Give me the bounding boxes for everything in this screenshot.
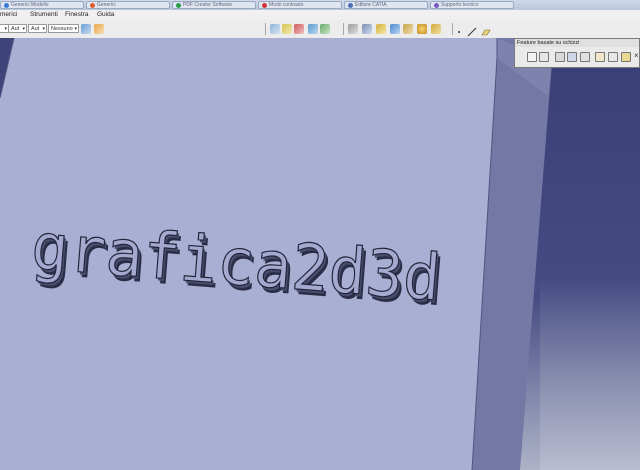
3d-viewport[interactable]: grafica2d3d grafica2d3d grafica2d3d bbox=[0, 38, 640, 470]
taskbar-tab-label: Generici Modello bbox=[11, 2, 49, 8]
taskbar-tab[interactable]: Editore CATIA bbox=[344, 1, 428, 9]
view-icon[interactable] bbox=[308, 24, 318, 34]
chevron-down-icon: ▾ bbox=[22, 26, 25, 32]
layer-value: Nessuno bbox=[51, 26, 73, 32]
line-weight-value: Aut bbox=[11, 26, 20, 32]
viewport-canvas: grafica2d3d grafica2d3d grafica2d3d bbox=[0, 38, 640, 470]
pad-icon[interactable] bbox=[527, 52, 537, 62]
taskbar-tab[interactable]: PDF Creator Software bbox=[172, 1, 256, 9]
viewport-background-right bbox=[540, 38, 640, 470]
taskbar-tab[interactable]: Generici Modello bbox=[0, 1, 84, 9]
menu-bar: merici Strumenti Finestra Guida bbox=[0, 10, 640, 20]
slot-icon[interactable] bbox=[608, 52, 618, 62]
material-icon[interactable] bbox=[376, 24, 386, 34]
menu-strumenti[interactable]: Strumenti bbox=[30, 11, 58, 18]
properties-icon[interactable] bbox=[94, 24, 104, 34]
shading-icon[interactable] bbox=[348, 24, 358, 34]
plane-icon[interactable] bbox=[481, 24, 491, 36]
format-painter-icon[interactable] bbox=[81, 24, 91, 34]
app-icon bbox=[434, 3, 439, 8]
taskbar-tab-label: PDF Creator Software bbox=[183, 2, 233, 8]
wireframe-icon[interactable] bbox=[390, 24, 400, 34]
app-icon bbox=[176, 3, 181, 8]
shaft-icon[interactable] bbox=[555, 52, 565, 62]
toolbar-title[interactable]: Feature basate su schizzi bbox=[515, 39, 639, 47]
hole-icon[interactable] bbox=[580, 52, 590, 62]
toolbar-overflow-icon[interactable]: × bbox=[634, 51, 639, 60]
taskbar-tab[interactable]: Generici bbox=[86, 1, 170, 9]
line-type-value: Aut bbox=[31, 26, 40, 32]
taskbar-tab-label: Editore CATIA bbox=[355, 2, 387, 8]
toolbar-separator bbox=[452, 23, 453, 35]
app-icon bbox=[262, 3, 267, 8]
loft-icon[interactable] bbox=[621, 52, 631, 62]
environment-icon[interactable] bbox=[431, 24, 441, 34]
chevron-down-icon: ▾ bbox=[42, 26, 45, 32]
app-icon bbox=[90, 3, 95, 8]
render-icon[interactable] bbox=[403, 24, 413, 34]
sketch-features-toolbar[interactable]: Feature basate su schizzi × bbox=[514, 38, 640, 68]
layer-select[interactable]: Nessuno ▾ bbox=[48, 24, 79, 33]
toolbar: ▾ Aut ▾ Aut ▾ Nessuno ▾ bbox=[0, 20, 640, 39]
menu-guida[interactable]: Guida bbox=[97, 11, 114, 18]
chevron-down-icon: ▾ bbox=[4, 26, 7, 32]
line-icon[interactable] bbox=[467, 24, 477, 37]
app-icon bbox=[348, 3, 353, 8]
shading-edges-icon[interactable] bbox=[362, 24, 372, 34]
taskbar-tab[interactable]: Supporto tecnico bbox=[430, 1, 514, 9]
chevron-down-icon: ▾ bbox=[74, 26, 77, 32]
cube-yellow-icon[interactable] bbox=[282, 24, 292, 34]
groove-icon[interactable] bbox=[567, 52, 577, 62]
pocket-icon[interactable] bbox=[539, 52, 549, 62]
line-type-select[interactable]: Aut ▾ bbox=[28, 24, 47, 33]
filter-icon[interactable] bbox=[320, 24, 330, 34]
point-icon[interactable] bbox=[456, 24, 462, 34]
toolbar-separator bbox=[343, 23, 344, 35]
cube-icon[interactable] bbox=[270, 24, 280, 34]
cube-red-icon[interactable] bbox=[294, 24, 304, 34]
lighting-icon[interactable] bbox=[417, 24, 427, 34]
toolbar-title-text: Feature basate su schizzi bbox=[517, 40, 580, 46]
taskbar-tab-label: Modo contrasto bbox=[269, 2, 304, 8]
line-weight-select[interactable]: Aut ▾ bbox=[8, 24, 27, 33]
menu-finestra[interactable]: Finestra bbox=[65, 11, 88, 18]
rib-icon[interactable] bbox=[595, 52, 605, 62]
menu-generici[interactable]: merici bbox=[0, 11, 17, 18]
taskbar-tab-label: Generici bbox=[97, 2, 116, 8]
taskbar-tab-label: Supporto tecnico bbox=[441, 2, 479, 8]
toolbar-separator bbox=[265, 23, 266, 35]
taskbar-tab[interactable]: Modo contrasto bbox=[258, 1, 342, 9]
app-icon bbox=[4, 3, 9, 8]
